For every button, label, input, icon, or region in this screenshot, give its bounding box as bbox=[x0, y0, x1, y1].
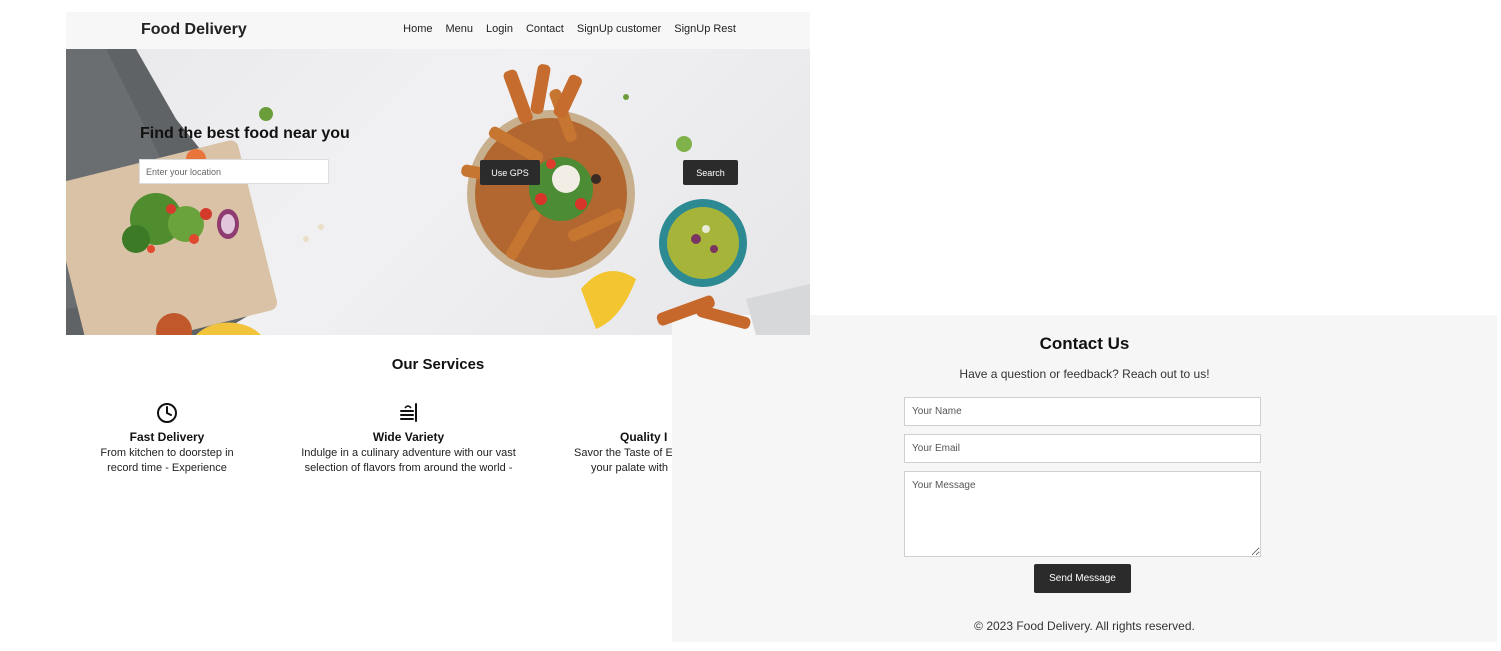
name-field[interactable] bbox=[904, 397, 1261, 426]
nav-menu[interactable]: Menu bbox=[445, 23, 473, 35]
navbar: Food Delivery Home Menu Login Contact Si… bbox=[66, 12, 810, 49]
contact-section: Contact Us Have a question or feedback? … bbox=[672, 315, 1497, 642]
contact-title: Contact Us bbox=[1039, 334, 1130, 353]
send-message-button[interactable]: Send Message bbox=[1034, 564, 1131, 593]
nav-links: Home Menu Login Contact SignUp customer … bbox=[403, 23, 736, 35]
location-input[interactable] bbox=[139, 159, 329, 184]
service-wide-variety: Wide Variety Indulge in a culinary adven… bbox=[291, 402, 526, 476]
nav-login[interactable]: Login bbox=[486, 23, 513, 35]
hero-food-image bbox=[66, 49, 810, 335]
service-desc-line: selection of flavors from around the wor… bbox=[304, 462, 513, 474]
nav-home[interactable]: Home bbox=[403, 23, 432, 35]
service-desc-line: From kitchen to doorstep in bbox=[100, 447, 234, 459]
nav-signup-customer[interactable]: SignUp customer bbox=[577, 23, 661, 35]
brand-logo[interactable]: Food Delivery bbox=[141, 21, 247, 39]
use-gps-button[interactable]: Use GPS bbox=[480, 160, 540, 185]
search-button[interactable]: Search bbox=[683, 160, 738, 185]
message-field[interactable] bbox=[904, 471, 1261, 557]
hero-banner: Find the best food near you Use GPS Sear… bbox=[66, 49, 810, 335]
service-desc-line: Indulge in a culinary adventure with our… bbox=[301, 447, 516, 459]
service-title: Fast Delivery bbox=[129, 430, 205, 444]
email-field[interactable] bbox=[904, 434, 1261, 463]
contact-subtitle: Have a question or feedback? Reach out t… bbox=[959, 367, 1210, 381]
menu-icon bbox=[399, 403, 417, 422]
clock-icon bbox=[157, 403, 177, 423]
service-fast-delivery: Fast Delivery From kitchen to doorstep i… bbox=[86, 402, 248, 476]
hero-title: Find the best food near you bbox=[140, 125, 350, 142]
nav-contact[interactable]: Contact bbox=[526, 23, 564, 35]
copyright-text: © 2023 Food Delivery. All rights reserve… bbox=[974, 619, 1195, 633]
service-title: Wide Variety bbox=[372, 430, 445, 444]
service-desc-line: record time - Experience bbox=[107, 462, 227, 474]
nav-signup-rest[interactable]: SignUp Rest bbox=[674, 23, 736, 35]
